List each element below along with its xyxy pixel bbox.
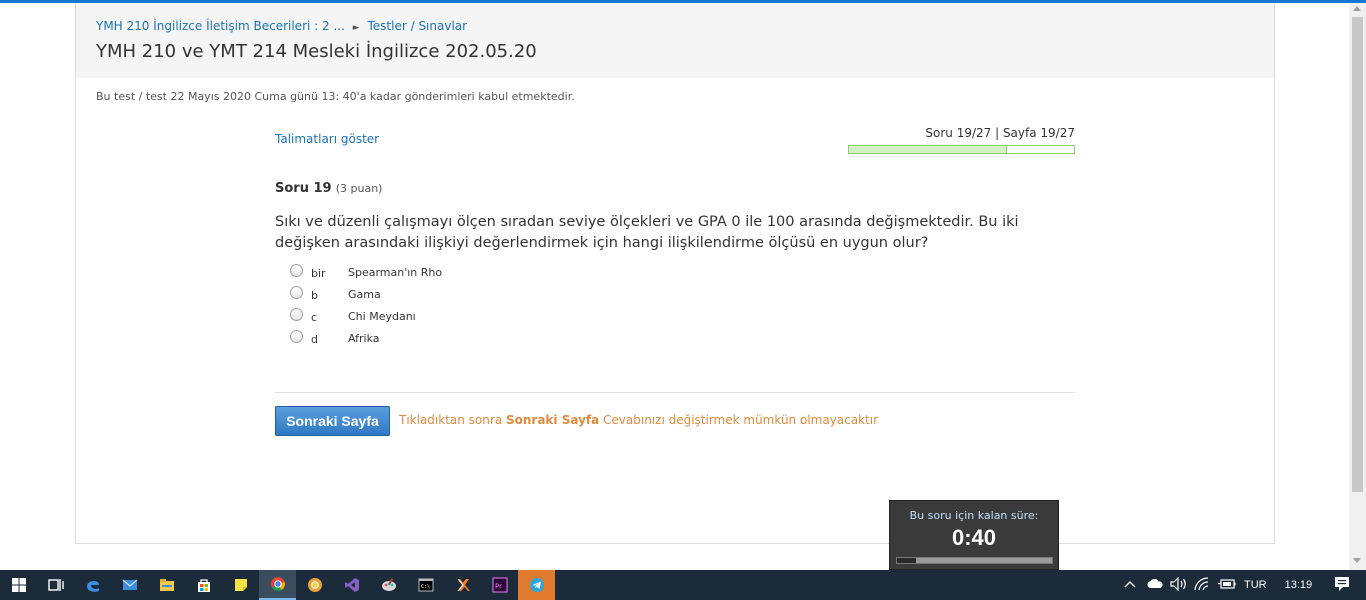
next-page-button[interactable]: Sonraki Sayfa bbox=[275, 406, 390, 436]
input-language[interactable]: TUR bbox=[1244, 579, 1267, 591]
xampp-button[interactable] bbox=[444, 570, 481, 600]
vertical-scrollbar[interactable] bbox=[1349, 3, 1366, 570]
mail-icon bbox=[122, 579, 137, 590]
wifi-icon[interactable] bbox=[1194, 576, 1212, 594]
timer-bar-fill bbox=[897, 558, 916, 563]
option-letter: bir bbox=[311, 267, 326, 280]
deadline-notice: Bu test / test 22 Mayıs 2020 Cuma günü 1… bbox=[96, 90, 575, 103]
option-text[interactable]: Spearman'ın Rho bbox=[348, 266, 442, 279]
edge-icon bbox=[86, 580, 99, 592]
mail-button[interactable] bbox=[111, 570, 148, 600]
breadcrumb-section-link[interactable]: Testler / Sınavlar bbox=[367, 19, 467, 33]
warning-emphasis: Sonraki Sayfa bbox=[505, 413, 600, 427]
answer-option[interactable]: d Afrika bbox=[290, 328, 550, 350]
battery-charging-icon bbox=[1218, 578, 1236, 589]
chrome-canary-button[interactable] bbox=[296, 570, 333, 600]
next-page-warning: Tıkladıktan sonra Sonraki Sayfa Cevabını… bbox=[399, 413, 878, 427]
option-letter: d bbox=[311, 333, 318, 346]
scrollbar-thumb[interactable] bbox=[1352, 17, 1363, 492]
page-title: YMH 210 ve YMT 214 Mesleki İngilizce 202… bbox=[96, 41, 537, 62]
show-instructions-link[interactable]: Talimatları göster bbox=[275, 132, 379, 146]
visual-studio-icon bbox=[344, 578, 359, 592]
answer-option[interactable]: bir Spearman'ın Rho bbox=[290, 262, 550, 284]
start-icon bbox=[11, 578, 26, 592]
divider bbox=[275, 392, 1075, 393]
progress-bar bbox=[848, 145, 1075, 154]
timer-bar bbox=[896, 557, 1053, 564]
cmd-icon: C:\ bbox=[418, 578, 433, 592]
radio-button[interactable] bbox=[290, 264, 303, 277]
paint-icon bbox=[381, 577, 396, 591]
progress-bar-fill bbox=[849, 146, 1008, 153]
option-text[interactable]: Gama bbox=[348, 288, 381, 301]
option-text[interactable]: Chi Meydanı bbox=[348, 310, 416, 323]
option-letter: b bbox=[311, 289, 318, 302]
paint-button[interactable] bbox=[370, 570, 407, 600]
battery-icon[interactable] bbox=[1218, 578, 1236, 593]
answer-option[interactable]: c Chi Meydanı bbox=[290, 306, 550, 328]
cloud-icon bbox=[1147, 578, 1163, 588]
radio-button[interactable] bbox=[290, 308, 303, 321]
start-button[interactable] bbox=[0, 570, 37, 600]
question-number: Soru 19 bbox=[275, 181, 332, 196]
system-tray: TUR 13:19 bbox=[1122, 570, 1352, 600]
premiere-icon: Pr bbox=[492, 577, 507, 593]
file-explorer-button[interactable] bbox=[148, 570, 185, 600]
premiere-button[interactable]: Pr bbox=[481, 570, 518, 600]
page-header: YMH 210 İngilizce İletişim Becerileri : … bbox=[76, 3, 1274, 78]
task-view-icon bbox=[47, 579, 64, 591]
quiz-page: YMH 210 İngilizce İletişim Becerileri : … bbox=[75, 3, 1275, 544]
timer-value: 0:40 bbox=[951, 525, 997, 550]
svg-text:C:\: C:\ bbox=[421, 584, 430, 590]
chevron-up-glyph-icon bbox=[1124, 581, 1136, 588]
scroll-up-icon[interactable] bbox=[1353, 6, 1361, 11]
breadcrumb-separator-icon: ► bbox=[352, 23, 360, 33]
warning-prefix: Tıkladıktan sonra bbox=[399, 413, 506, 427]
xampp-icon bbox=[457, 578, 470, 592]
sticky-notes-button[interactable] bbox=[222, 570, 259, 600]
option-text[interactable]: Afrika bbox=[348, 332, 380, 345]
option-letter: c bbox=[311, 311, 318, 324]
onedrive-icon[interactable] bbox=[1146, 578, 1164, 592]
answer-option[interactable]: b Gama bbox=[290, 284, 550, 306]
sticky-notes-icon bbox=[234, 579, 247, 591]
breadcrumb-course-link[interactable]: YMH 210 İngilizce İletişim Becerileri : … bbox=[96, 19, 345, 33]
breadcrumb: YMH 210 İngilizce İletişim Becerileri : … bbox=[96, 19, 467, 33]
question-text: Sıkı ve düzenli çalışmayı ölçen sıradan … bbox=[275, 214, 1019, 251]
volume-icon[interactable] bbox=[1170, 576, 1188, 594]
chrome-button[interactable] bbox=[259, 570, 296, 600]
question-timer: Bu soru için kalan süre: 0:40 bbox=[889, 500, 1059, 570]
edge-button[interactable] bbox=[74, 570, 111, 600]
cmd-button[interactable]: C:\ bbox=[407, 570, 444, 600]
chevron-up-icon[interactable] bbox=[1122, 579, 1138, 591]
task-view-button[interactable] bbox=[37, 570, 74, 600]
warning-suffix: Cevabınızı değiştirmek mümkün olmayacakt… bbox=[599, 413, 879, 427]
telegram-icon bbox=[529, 578, 544, 592]
notification-icon bbox=[1335, 576, 1350, 591]
radio-button[interactable] bbox=[290, 286, 303, 299]
store-button[interactable] bbox=[185, 570, 222, 600]
taskbar: C:\ Pr TUR 13:19 bbox=[0, 570, 1366, 600]
answer-options: bir Spearman'ın Rho b Gama c Chi Meydanı… bbox=[290, 262, 550, 350]
svg-text:Pr: Pr bbox=[495, 583, 502, 591]
telegram-button[interactable] bbox=[518, 570, 555, 600]
clock-time[interactable]: 13:19 bbox=[1285, 579, 1313, 591]
visual-studio-button[interactable] bbox=[333, 570, 370, 600]
question-header: Soru 19 (3 puan) bbox=[275, 181, 382, 196]
speaker-icon bbox=[1170, 576, 1186, 591]
scroll-down-icon[interactable] bbox=[1353, 558, 1361, 563]
chrome-canary-icon bbox=[307, 578, 322, 592]
chrome-icon bbox=[270, 577, 285, 591]
file-explorer-icon bbox=[159, 579, 174, 591]
store-icon bbox=[197, 579, 210, 592]
radio-button[interactable] bbox=[290, 330, 303, 343]
wifi-signal-icon bbox=[1194, 576, 1209, 590]
notification-center-icon[interactable] bbox=[1334, 576, 1352, 595]
question-points: (3 puan) bbox=[335, 182, 383, 195]
timer-label: Bu soru için kalan süre: bbox=[909, 509, 1039, 522]
progress-label: Soru 19/27 | Sayfa 19/27 bbox=[925, 126, 1075, 140]
